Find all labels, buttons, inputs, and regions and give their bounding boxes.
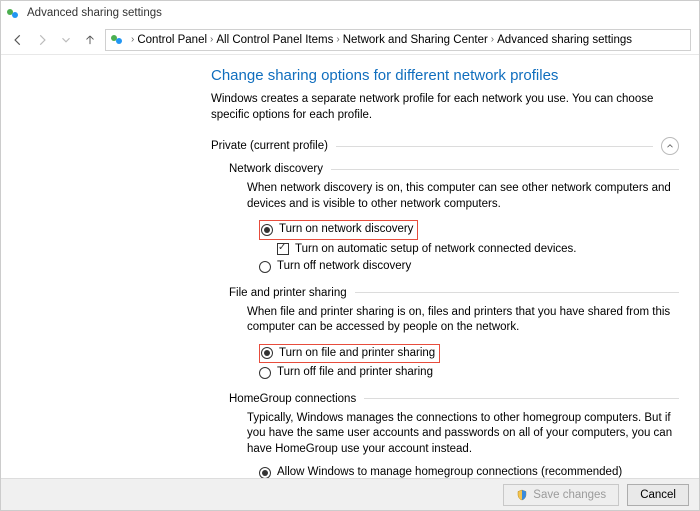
checkbox-icon	[277, 243, 289, 255]
radio-turn-off-network-discovery[interactable]: Turn off network discovery	[259, 259, 679, 275]
window-titlebar: Advanced sharing settings	[1, 1, 699, 25]
radio-label: Turn on network discovery	[279, 222, 413, 238]
divider	[355, 292, 679, 293]
page-intro: Windows creates a separate network profi…	[211, 92, 679, 123]
divider	[364, 398, 679, 399]
homegroup-section: HomeGroup connections Typically, Windows…	[229, 393, 679, 478]
profile-section-header: Private (current profile)	[211, 137, 679, 155]
subsection-title: HomeGroup connections	[229, 393, 356, 405]
window-title: Advanced sharing settings	[27, 7, 162, 19]
file-printer-section: File and printer sharing When file and p…	[229, 287, 679, 381]
divider	[331, 169, 679, 170]
subsection-title: File and printer sharing	[229, 287, 347, 299]
location-icon	[110, 32, 126, 48]
checkbox-label: Turn on automatic setup of network conne…	[295, 242, 576, 258]
divider	[336, 146, 653, 147]
subsection-description: When network discovery is on, this compu…	[247, 181, 679, 212]
radio-turn-on-network-discovery[interactable]: Turn on network discovery	[259, 220, 679, 240]
button-label: Cancel	[640, 489, 676, 501]
collapse-button[interactable]	[661, 137, 679, 155]
subsection-description: Typically, Windows manages the connectio…	[247, 411, 679, 458]
subsection-description: When file and printer sharing is on, fil…	[247, 305, 679, 336]
subsection-header: Network discovery	[229, 163, 679, 175]
radio-label: Turn off file and printer sharing	[277, 365, 433, 381]
forward-button[interactable]	[33, 31, 51, 49]
checkbox-auto-setup[interactable]: Turn on automatic setup of network conne…	[277, 242, 679, 258]
radio-turn-on-file-printer[interactable]: Turn on file and printer sharing	[259, 344, 679, 364]
breadcrumb-item[interactable]: Network and Sharing Center	[343, 34, 488, 46]
content-area: Change sharing options for different net…	[1, 55, 699, 478]
radio-label: Turn off network discovery	[277, 259, 411, 275]
navigation-bar: › Control Panel › All Control Panel Item…	[1, 25, 699, 55]
cancel-button[interactable]: Cancel	[627, 484, 689, 506]
back-button[interactable]	[9, 31, 27, 49]
up-button[interactable]	[81, 31, 99, 49]
shield-icon	[516, 489, 528, 501]
chevron-right-icon: ›	[131, 34, 134, 45]
breadcrumb-item[interactable]: All Control Panel Items	[216, 34, 333, 46]
network-discovery-section: Network discovery When network discovery…	[229, 163, 679, 275]
save-changes-button[interactable]: Save changes	[503, 484, 619, 506]
page-title: Change sharing options for different net…	[211, 67, 679, 84]
breadcrumb-item[interactable]: Control Panel	[137, 34, 207, 46]
radio-turn-off-file-printer[interactable]: Turn off file and printer sharing	[259, 365, 679, 381]
radio-icon	[259, 467, 271, 478]
breadcrumb[interactable]: › Control Panel › All Control Panel Item…	[105, 29, 691, 51]
subsection-header: HomeGroup connections	[229, 393, 679, 405]
footer-bar: Save changes Cancel	[1, 478, 699, 510]
radio-icon	[259, 367, 271, 379]
radio-icon	[259, 261, 271, 273]
subsection-title: Network discovery	[229, 163, 323, 175]
button-label: Save changes	[533, 489, 606, 501]
breadcrumb-item[interactable]: Advanced sharing settings	[497, 34, 632, 46]
recent-dropdown-icon[interactable]	[57, 31, 75, 49]
chevron-right-icon: ›	[491, 34, 494, 45]
chevron-right-icon: ›	[210, 34, 213, 45]
radio-icon	[261, 347, 273, 359]
radio-label: Turn on file and printer sharing	[279, 346, 435, 362]
profile-label: Private (current profile)	[211, 140, 328, 152]
radio-allow-windows-manage[interactable]: Allow Windows to manage homegroup connec…	[259, 465, 679, 478]
subsection-header: File and printer sharing	[229, 287, 679, 299]
radio-icon	[261, 224, 273, 236]
chevron-right-icon: ›	[336, 34, 339, 45]
radio-label: Allow Windows to manage homegroup connec…	[277, 465, 622, 478]
app-icon	[7, 6, 21, 20]
